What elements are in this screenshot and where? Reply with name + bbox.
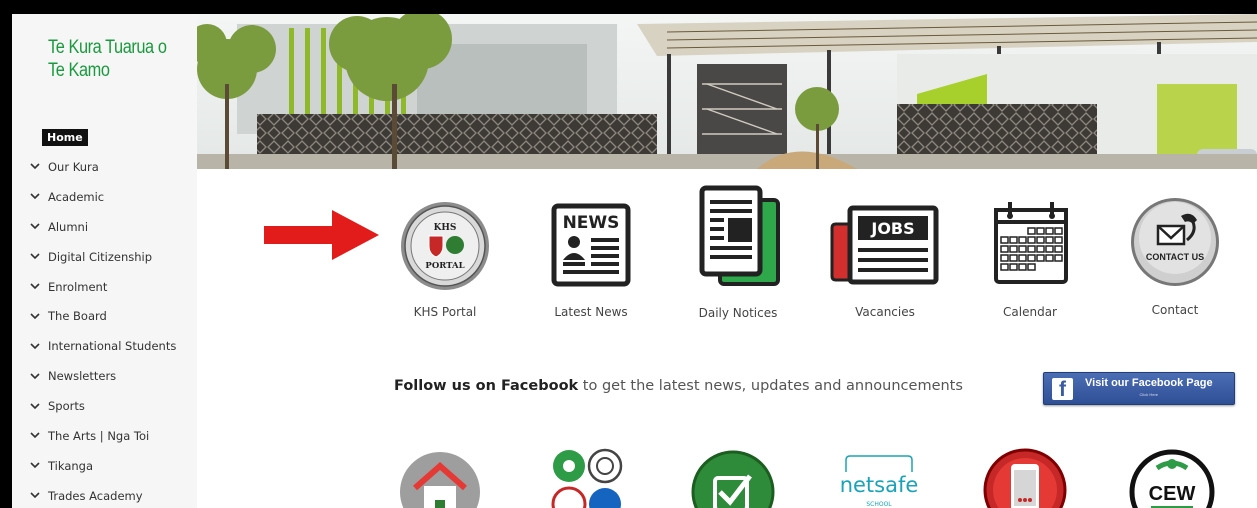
nav-item-label: Enrolment (48, 279, 108, 294)
nav-home[interactable]: Home (42, 129, 88, 146)
contact-badge-text: CONTACT US (1146, 252, 1204, 262)
site-title[interactable]: Te Kura Tuarua o Te Kamo (48, 36, 168, 82)
facebook-page-button[interactable]: f Visit our Facebook Page Click Here (1043, 372, 1235, 405)
quick-link-label: KHS Portal (413, 305, 477, 319)
quick-link-label: Vacancies (855, 305, 915, 319)
app-icon (983, 448, 1067, 508)
quick-link-label: Contact (1151, 303, 1199, 317)
news-icon: NEWS (551, 203, 631, 287)
main-nav: Home Our Kura Academic Alumni Digital Ci… (12, 126, 197, 508)
chevron-down-icon (28, 280, 42, 294)
bottom-link-koru[interactable] (542, 442, 632, 508)
netsafe-sub-text: SCHOOL (866, 501, 892, 508)
notices-icon (699, 185, 780, 286)
calendar-icon (994, 202, 1068, 284)
nav-item-sports[interactable]: Sports (12, 391, 197, 421)
bottom-link-cew[interactable]: CEW (1127, 442, 1217, 508)
netsafe-text: netsafe (840, 473, 919, 497)
facebook-button-text: Visit our Facebook Page Click Here (1085, 377, 1213, 401)
nav-item-label: Digital Citizenship (48, 249, 153, 264)
nav-item-the-arts[interactable]: The Arts | Nga Toi (12, 421, 197, 451)
nav-item-label: The Arts | Nga Toi (48, 428, 150, 443)
chevron-down-icon (28, 250, 42, 264)
contact-icon: CONTACT US (1131, 198, 1219, 286)
page: Te Kura Tuarua o Te Kamo Home Our Kura A… (12, 14, 1257, 508)
hero-banner-image (197, 14, 1257, 169)
facebook-icon: f (1052, 377, 1073, 401)
chevron-down-icon (28, 459, 42, 473)
chevron-down-icon (28, 339, 42, 353)
follow-bold-text: Follow us on Facebook (394, 378, 579, 394)
khs-portal-icon: KHS PORTAL (401, 202, 489, 290)
facebook-button-label: Visit our Facebook Page (1085, 376, 1213, 389)
cew-text: CEW (1149, 483, 1196, 505)
koru-icon (551, 448, 623, 508)
quick-link-label: Latest News (554, 305, 628, 319)
cew-icon: CEW (1129, 449, 1215, 508)
quick-link-vacancies[interactable]: JOBS Vacancies (830, 196, 940, 326)
chevron-down-icon (28, 190, 42, 204)
bottom-link-home[interactable] (395, 442, 485, 508)
nav-item-academic[interactable]: Academic (12, 182, 197, 212)
arrow-pointer-icon (264, 210, 382, 264)
bottom-link-check[interactable] (688, 442, 778, 508)
bottom-link-netsafe[interactable]: netsafe SCHOOL (834, 442, 924, 508)
nav-item-label: International Students (48, 339, 177, 354)
nav-item-the-board[interactable]: The Board (12, 301, 197, 331)
nav-item-tikanga[interactable]: Tikanga (12, 451, 197, 481)
nav-item-label: The Board (48, 309, 107, 324)
news-badge-text: NEWS (563, 213, 620, 233)
nav-item-enrolment[interactable]: Enrolment (12, 272, 197, 302)
nav-item-label: Newsletters (48, 369, 117, 384)
nav-item-alumni[interactable]: Alumni (12, 212, 197, 242)
nav-item-label: Trades Academy (48, 488, 143, 503)
quick-link-label: Daily Notices (698, 306, 778, 320)
sidebar: Te Kura Tuarua o Te Kamo Home Our Kura A… (12, 14, 197, 508)
jobs-icon: JOBS (830, 205, 939, 285)
chevron-down-icon (28, 309, 42, 323)
quick-link-label: Calendar (1003, 305, 1057, 319)
nav-item-our-kura[interactable]: Our Kura (12, 152, 197, 182)
quick-link-contact[interactable]: CONTACT US Contact (1120, 196, 1230, 326)
chevron-down-icon (28, 429, 42, 443)
nav-item-label: Sports (48, 399, 85, 414)
chevron-down-icon (28, 489, 42, 503)
home-icon (400, 452, 480, 508)
bottom-link-app[interactable] (980, 442, 1070, 508)
quick-link-khs-portal[interactable]: KHS PORTAL KHS Portal (390, 196, 500, 326)
jobs-badge-text: JOBS (870, 219, 914, 238)
follow-rest-text: to get the latest news, updates and anno… (578, 378, 963, 394)
checkmark-icon (691, 450, 775, 508)
quick-link-latest-news[interactable]: NEWS Latest News (536, 196, 646, 326)
facebook-follow-text: Follow us on Facebook to get the latest … (394, 378, 963, 394)
nav-item-label: Academic (48, 189, 105, 204)
nav-item-label: Alumni (48, 219, 89, 234)
facebook-button-sub: Click Here (1139, 391, 1158, 397)
chevron-down-icon (28, 220, 42, 234)
chevron-down-icon (28, 399, 42, 413)
nav-item-newsletters[interactable]: Newsletters (12, 361, 197, 391)
quick-link-daily-notices[interactable]: Daily Notices (683, 185, 793, 326)
nav-item-trades-academy[interactable]: Trades Academy (12, 481, 197, 508)
nav-item-label: Our Kura (48, 159, 99, 174)
chevron-down-icon (28, 369, 42, 383)
khs-badge-top-text: KHS (434, 223, 457, 233)
nav-item-digital-citizenship[interactable]: Digital Citizenship (12, 242, 197, 272)
quick-link-calendar[interactable]: Calendar (975, 196, 1085, 326)
nav-item-international-students[interactable]: International Students (12, 331, 197, 361)
netsafe-icon: netsafe SCHOOL (840, 455, 919, 508)
chevron-down-icon (28, 160, 42, 174)
khs-badge-bottom-text: PORTAL (425, 261, 464, 271)
nav-item-label: Tikanga (48, 458, 94, 473)
